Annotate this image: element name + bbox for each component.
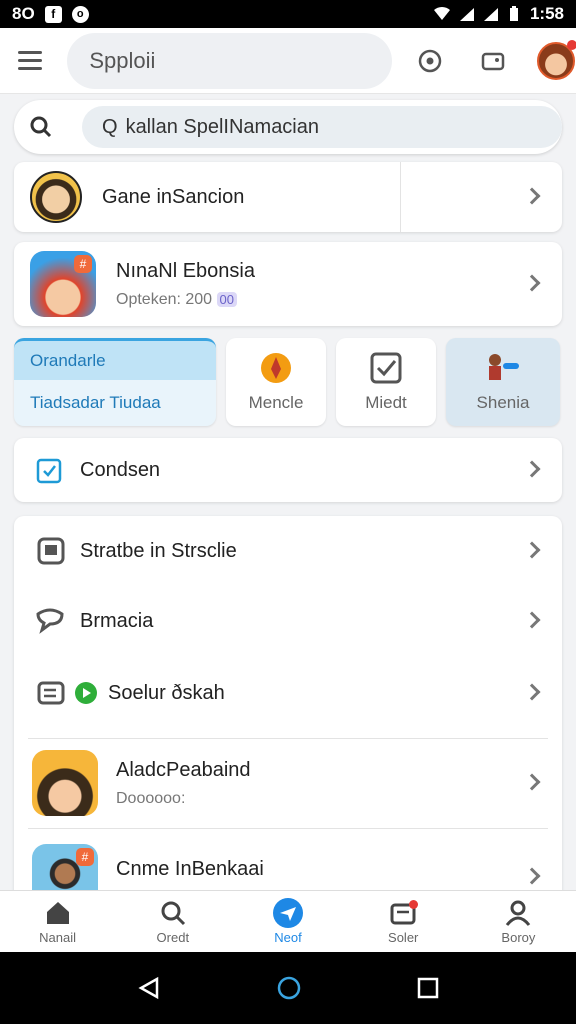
tile-mencle-label: Mencle [248, 393, 304, 412]
search-bar: Q kallan SpelINamacian [14, 100, 562, 154]
notification-icon: f [44, 5, 62, 23]
nav-neof[interactable]: Neof [230, 891, 345, 952]
condsen-card[interactable]: Condsen [14, 438, 562, 502]
notification-circle-icon: o [71, 5, 89, 23]
signal-icon-2 [483, 8, 498, 21]
chevron-right-icon [523, 541, 541, 559]
list-item[interactable]: Soelur ðskah [14, 658, 562, 728]
app-card-subtitle: Opteken: 200 [116, 290, 213, 308]
folder-icon[interactable] [473, 41, 512, 81]
tile-shenia[interactable]: Shenia [446, 338, 560, 426]
list-card: Stratbe in Strsclie Brmacia Soelur ðskah… [14, 516, 562, 910]
app-card-tag: 00 [216, 291, 237, 307]
system-nav-bar [0, 952, 576, 1024]
chat-bubble-icon [36, 608, 64, 634]
chevron-right-icon [523, 611, 541, 629]
back-icon[interactable] [137, 976, 161, 1000]
signal-icon [459, 8, 474, 21]
game-avatar-icon [30, 171, 82, 223]
list-item-title: Cnme InBenkaai [116, 858, 264, 880]
divider [28, 828, 548, 829]
wifi-icon [433, 6, 450, 21]
nav-home-label: Nanail [39, 930, 77, 945]
search-input[interactable]: Q kallan SpelINamacian [82, 106, 562, 148]
status-left-text: 8O [12, 4, 35, 23]
nav-search-label: Oredt [156, 930, 190, 945]
home-icon [46, 902, 69, 924]
square-icon [37, 537, 65, 565]
character-icon [489, 354, 519, 380]
list-item-subtitle: Doooooo: [116, 789, 186, 807]
menu-icon[interactable] [18, 43, 53, 79]
app-card[interactable]: # NınaNl Ebonsia Opteken: 200 00 [14, 242, 562, 326]
list-item-title: Brmacia [80, 609, 154, 632]
flame-icon [261, 353, 291, 383]
app-icon: # [30, 251, 96, 317]
nav-search[interactable]: Oredt [115, 891, 230, 952]
app-badge-icon: # [74, 255, 92, 273]
chevron-right-icon [523, 773, 541, 791]
plane-icon [280, 907, 296, 921]
game-card-title: Gane inSancion [102, 185, 245, 208]
nav-soler[interactable]: Soler [346, 891, 461, 952]
tile-mencle[interactable]: Mencle [226, 338, 326, 426]
list-item-title: AladcPeabaind [116, 758, 251, 781]
tile-shenia-label: Shenia [476, 393, 530, 412]
app-card-title: NınaNl Ebonsia [116, 259, 255, 282]
nav-boroy[interactable]: Boroy [461, 891, 576, 952]
chevron-right-icon [523, 683, 541, 701]
bottom-nav: Nanail Oredt Neof Soler Boroy [0, 890, 576, 952]
search-icon [161, 901, 185, 926]
list-item[interactable]: Stratbe in Strsclie [14, 516, 562, 586]
app-badge-icon: # [76, 848, 94, 866]
app-search-text: Spploii [89, 47, 156, 73]
app-bar: Spploii [0, 28, 576, 94]
tile-orandarle[interactable]: Orandarle Tiadsadar Tiudaa [14, 338, 216, 426]
record-icon[interactable] [410, 41, 449, 81]
list-item[interactable]: # Cnme InBenkaai [14, 834, 562, 910]
card-icon [37, 681, 65, 705]
list-item[interactable]: Brmacia [14, 586, 562, 656]
home-circle-icon[interactable] [276, 975, 302, 1001]
tile-orandarle-label: Orandarle [30, 351, 106, 370]
nav-home[interactable]: Nanail [0, 891, 115, 952]
app-search-box[interactable]: Spploii [67, 32, 393, 89]
status-bar: 8O f o 1:58 [0, 0, 576, 28]
search-prefix: Q [102, 115, 118, 138]
chevron-right-icon [523, 867, 541, 885]
checklist-icon [370, 352, 402, 384]
avatar [537, 39, 576, 80]
list-item-title: Stratbe in Strsclie [80, 539, 237, 562]
condsen-title: Condsen [80, 458, 161, 481]
divider [28, 738, 548, 739]
person-icon [506, 900, 531, 926]
play-icon [75, 682, 97, 704]
nav-soler-label: Soler [388, 930, 419, 945]
search-icon[interactable] [28, 114, 54, 140]
list-item-title: Soelur ðskah [108, 681, 225, 704]
tile-miedt[interactable]: Miedt [336, 338, 436, 426]
search-value: kallan SpelINamacian [125, 115, 319, 138]
game-card[interactable]: Gane inSancion [14, 162, 562, 232]
list-item[interactable]: AladcPeabaind Doooooo: [14, 740, 562, 826]
nav-boroy-label: Boroy [501, 930, 536, 945]
nav-neof-label: Neof [274, 930, 302, 945]
recents-icon[interactable] [417, 977, 439, 999]
clipboard-icon [36, 458, 62, 484]
tile-miedt-label: Miedt [365, 393, 407, 412]
game-avatar-icon [32, 750, 98, 816]
notification-dot [567, 39, 576, 50]
status-time: 1:58 [529, 4, 564, 23]
tile-orandarle-sub: Tiadsadar Tiudaa [30, 393, 161, 412]
profile-avatar[interactable] [537, 39, 576, 81]
battery-icon [509, 6, 518, 21]
